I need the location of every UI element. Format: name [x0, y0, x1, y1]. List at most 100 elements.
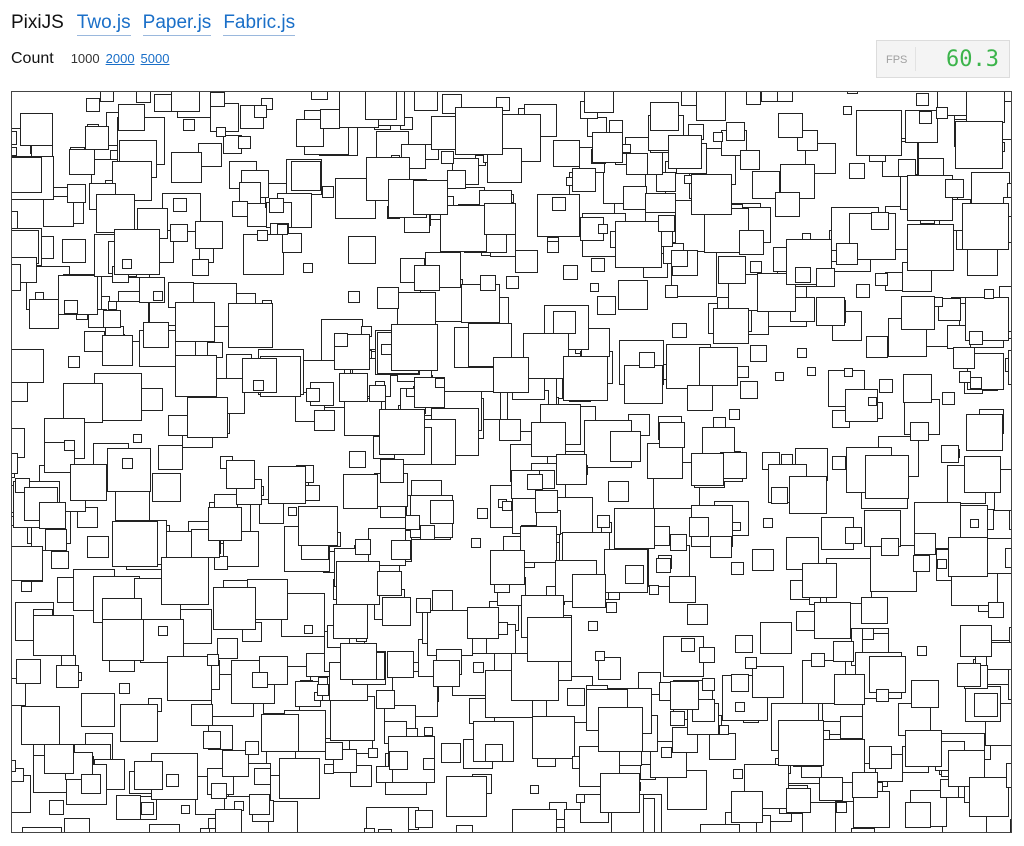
square: [936, 107, 948, 119]
square: [210, 92, 225, 107]
square: [118, 104, 145, 131]
nav-link-twojs[interactable]: Two.js: [76, 12, 131, 36]
square: [232, 201, 248, 217]
fps-label: FPS: [886, 54, 908, 66]
square: [141, 802, 154, 815]
square: [658, 215, 675, 232]
square: [158, 445, 183, 470]
square: [802, 563, 837, 598]
square: [175, 355, 217, 397]
square: [364, 828, 375, 832]
square: [530, 785, 539, 794]
square: [671, 250, 688, 267]
square: [576, 794, 585, 803]
square: [639, 352, 655, 368]
square: [984, 289, 994, 299]
square: [70, 464, 107, 501]
square: [49, 800, 64, 815]
square: [861, 597, 888, 624]
square: [12, 453, 18, 474]
square: [771, 487, 788, 504]
square: [811, 653, 825, 667]
square: [133, 434, 142, 443]
nav-link-fabricjs[interactable]: Fabric.js: [223, 12, 296, 36]
square: [413, 180, 448, 215]
square: [214, 556, 228, 570]
square: [731, 674, 749, 692]
square: [974, 693, 998, 717]
square: [691, 174, 732, 215]
square: [355, 539, 371, 555]
square: [304, 625, 313, 634]
square: [731, 791, 763, 823]
count-option-5000[interactable]: 5000: [141, 51, 170, 66]
square: [592, 132, 623, 163]
square: [752, 549, 774, 571]
square: [471, 538, 481, 548]
square: [614, 508, 655, 549]
square: [916, 93, 929, 106]
square: [213, 587, 256, 630]
square: [689, 517, 709, 537]
squares-layer: [12, 92, 1011, 832]
benchmark-canvas[interactable]: [11, 91, 1012, 833]
renderer-nav: PixiJS Two.js Paper.js Fabric.js: [11, 12, 307, 38]
square: [733, 769, 743, 779]
square: [473, 662, 484, 673]
square: [12, 157, 42, 193]
square: [608, 481, 629, 502]
square: [691, 453, 724, 486]
square: [957, 663, 981, 687]
square: [238, 136, 251, 149]
square: [670, 534, 687, 551]
square: [39, 502, 66, 529]
square: [836, 802, 847, 813]
square: [166, 774, 179, 787]
square: [763, 518, 773, 528]
square: [917, 646, 927, 656]
square: [789, 476, 827, 514]
square: [955, 121, 1003, 169]
square: [456, 825, 473, 832]
square: [12, 349, 44, 383]
square: [51, 551, 69, 569]
square: [171, 92, 200, 112]
square: [183, 119, 195, 131]
square: [699, 647, 715, 663]
square: [953, 347, 975, 369]
square: [572, 168, 596, 192]
square: [966, 92, 1005, 123]
square: [344, 398, 382, 436]
square: [597, 515, 610, 528]
square: [905, 802, 931, 828]
square: [56, 665, 79, 688]
square: [112, 521, 158, 567]
square: [211, 783, 227, 799]
square: [775, 192, 800, 217]
square: [718, 256, 746, 284]
square: [506, 276, 519, 289]
square: [21, 581, 32, 592]
square: [20, 113, 53, 146]
square: [590, 283, 599, 292]
fps-meter: FPS 60.3: [876, 40, 1010, 78]
count-selector: Count 1000 2000 5000: [11, 50, 175, 68]
square: [797, 348, 807, 358]
square: [512, 809, 557, 832]
nav-link-paperjs[interactable]: Paper.js: [142, 12, 212, 36]
square: [532, 716, 575, 759]
square: [702, 678, 715, 691]
square: [119, 683, 130, 694]
count-option-2000[interactable]: 2000: [106, 51, 135, 66]
square: [665, 285, 678, 298]
square: [254, 105, 267, 118]
square: [257, 230, 268, 241]
square: [249, 794, 270, 815]
square: [739, 230, 764, 255]
square: [415, 810, 433, 828]
square: [851, 828, 875, 832]
square: [382, 597, 411, 626]
square: [207, 654, 219, 666]
square: [876, 689, 889, 702]
square: [435, 378, 445, 388]
